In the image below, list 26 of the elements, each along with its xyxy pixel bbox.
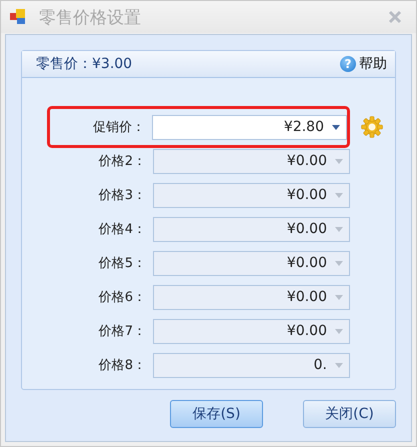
caret-icon (335, 158, 343, 164)
close-icon[interactable] (388, 10, 402, 24)
field-label: 价格7： (98, 323, 147, 340)
caret-icon (335, 226, 343, 232)
caret-icon (335, 294, 343, 300)
help-link[interactable]: ? 帮助 (340, 55, 387, 73)
gear-icon[interactable] (361, 116, 383, 138)
caret-icon (335, 192, 343, 198)
dialog-button[interactable]: 保存(S) (170, 400, 263, 428)
field-label: 价格6： (98, 289, 147, 306)
caret-icon (335, 328, 343, 334)
caret-icon (335, 260, 343, 266)
dialog-button[interactable]: 关闭(C) (303, 400, 396, 428)
field-label: 价格2： (98, 153, 147, 170)
field-label: 价格4： (98, 221, 147, 238)
caret-icon (335, 362, 343, 368)
window-title: 零售价格设置 (39, 6, 142, 28)
field-label: 价格8： (98, 357, 147, 374)
field-label: 价格3： (98, 187, 147, 204)
field-label: 价格5： (98, 255, 147, 272)
retail-price: 零售价：¥3.00 (36, 55, 132, 73)
field-label: 促销价： (92, 119, 146, 136)
caret-icon (332, 124, 340, 130)
help-icon: ? (340, 56, 356, 72)
app-icon (9, 8, 27, 26)
price-dropdown[interactable]: ¥2.80 (152, 114, 347, 140)
